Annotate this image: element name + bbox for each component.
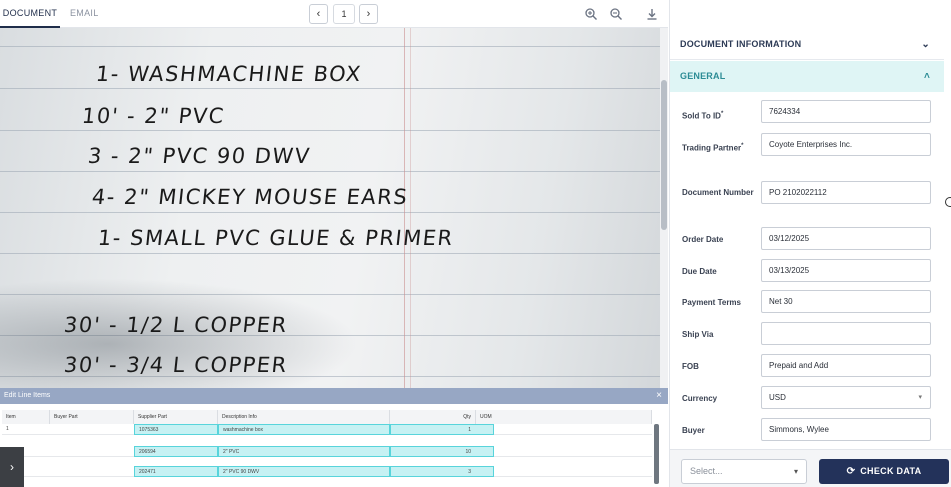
page-number-input[interactable]: 1 [333,4,355,24]
column-header-qty[interactable]: Qty [390,410,476,424]
zoom-out-icon[interactable] [609,7,623,21]
panel-footer: Select... ▾ ⟳ CHECK DATA [670,449,951,487]
close-icon[interactable]: × [656,388,662,404]
label-fob: FOB [682,362,699,371]
table-row[interactable]: 202471 2" PVC 90 DWV 3 [2,466,652,477]
line-items-panel: Edit Line Items × Item Buyer Part Suppli… [0,388,668,487]
due-date-field[interactable]: 03/13/2025 [761,259,931,282]
circle-handle-icon[interactable] [945,197,951,207]
line-items-scrollbar[interactable] [654,424,659,484]
column-header-uom[interactable]: UOM [476,410,652,424]
cell-description[interactable]: 2" PVC [218,446,390,457]
tab-email[interactable]: EMAIL [70,0,99,28]
cell-supplier-part[interactable]: 1075363 [134,424,218,435]
column-header-buyer-part[interactable]: Buyer Part [50,410,134,424]
chevron-right-icon: › [10,460,14,474]
cell-description[interactable]: washmachine box [218,424,390,435]
check-data-button[interactable]: ⟳ CHECK DATA [819,459,949,484]
zoom-in-icon[interactable] [584,7,598,21]
column-header-item[interactable]: Item [2,410,50,424]
handwritten-line: 30' - 3/4 L COPPER [62,353,289,377]
buyer-field[interactable]: Simmons, Wylee [761,418,931,441]
column-header-supplier-part[interactable]: Supplier Part [134,410,218,424]
label-trading-partner: Trading Partner* [682,143,744,153]
cell-qty[interactable]: 10 [390,446,494,457]
label-sold-to-id: Sold To ID* [682,111,724,121]
chevron-down-icon: ▾ [793,467,798,476]
column-header-description[interactable]: Description Info [218,410,390,424]
cell-supplier-part[interactable]: 202471 [134,466,218,477]
document-number-field[interactable]: PO 2102022112 [761,181,931,204]
table-row[interactable]: 206594 2" PVC 10 [2,446,652,457]
currency-select[interactable]: USD ▾ [761,386,931,409]
handwritten-line: 1- SMALL PVC GLUE & PRIMER [96,226,455,250]
label-order-date: Order Date [682,235,724,244]
handwritten-line: 30' - 1/2 L COPPER [62,313,289,337]
check-data-label: CHECK DATA [860,466,922,476]
tab-document[interactable]: DOCUMENT [0,0,60,28]
table-row[interactable]: 1 1075363 washmachine box 1 [2,424,652,435]
document-viewer[interactable]: 1- WASHMACHINE BOX 10' - 2" PVC 3 - 2" P… [0,28,668,388]
select-placeholder: Select... [690,466,723,476]
download-icon[interactable] [645,7,659,21]
app-root: DOCUMENT EMAIL ‹ 1 › 1- WASHMACHINE BOX … [0,0,951,487]
label-payment-terms: Payment Terms [682,298,741,307]
refresh-icon: ⟳ [846,466,856,477]
expand-arrow-button[interactable]: › [0,447,24,487]
cell-description[interactable]: 2" PVC 90 DWV [218,466,390,477]
label-currency: Currency [682,394,718,403]
ship-via-field[interactable] [761,322,931,345]
label-buyer: Buyer [682,426,705,435]
cell-qty[interactable]: 3 [390,466,494,477]
cell-item: 1 [6,426,9,432]
handwritten-line: 10' - 2" PVC [80,104,227,128]
trading-partner-field[interactable]: Coyote Enterprises Inc. [761,133,931,156]
sold-to-id-field[interactable]: 7624334 [761,100,931,123]
line-items-title: Edit Line Items [4,392,51,399]
handwritten-line: 1- WASHMACHINE BOX [94,62,364,86]
document-toolbar: DOCUMENT EMAIL ‹ 1 › [0,0,668,28]
general-section-header[interactable]: GENERAL ˄ [670,61,944,92]
chevron-down-icon: ⌄ [921,39,930,50]
section-title: GENERAL [680,71,726,81]
label-due-date: Due Date [682,267,717,276]
order-date-field[interactable]: 03/12/2025 [761,227,931,250]
payment-terms-field[interactable]: Net 30 [761,290,931,313]
document-information-panel: DOCUMENT INFORMATION ⌄ GENERAL ˄ Sold To… [669,0,951,487]
line-items-header: Edit Line Items × [0,388,668,404]
label-ship-via: Ship Via [682,330,714,339]
cell-qty[interactable]: 1 [390,424,494,435]
cell-supplier-part[interactable]: 206594 [134,446,218,457]
action-select[interactable]: Select... ▾ [681,459,807,484]
currency-value: USD [769,393,786,402]
document-information-header[interactable]: DOCUMENT INFORMATION ⌄ [670,29,944,60]
previous-page-button[interactable]: ‹ [309,4,328,24]
section-title: DOCUMENT INFORMATION [680,39,802,49]
chevron-up-icon: ˄ [923,71,930,82]
fob-field[interactable]: Prepaid and Add [761,354,931,377]
line-items-table: Item Buyer Part Supplier Part Descriptio… [2,410,652,487]
panel-scrollbar[interactable] [944,29,951,449]
document-scrollbar[interactable] [660,28,668,388]
handwritten-line: 4- 2" MICKEY MOUSE EARS [90,185,410,209]
label-document-number: Document Number [682,188,754,197]
next-page-button[interactable]: › [359,4,378,24]
handwritten-line: 3 - 2" PVC 90 DWV [86,144,312,168]
scanned-document-page: 1- WASHMACHINE BOX 10' - 2" PVC 3 - 2" P… [0,28,660,388]
chevron-down-icon: ▾ [918,394,922,401]
